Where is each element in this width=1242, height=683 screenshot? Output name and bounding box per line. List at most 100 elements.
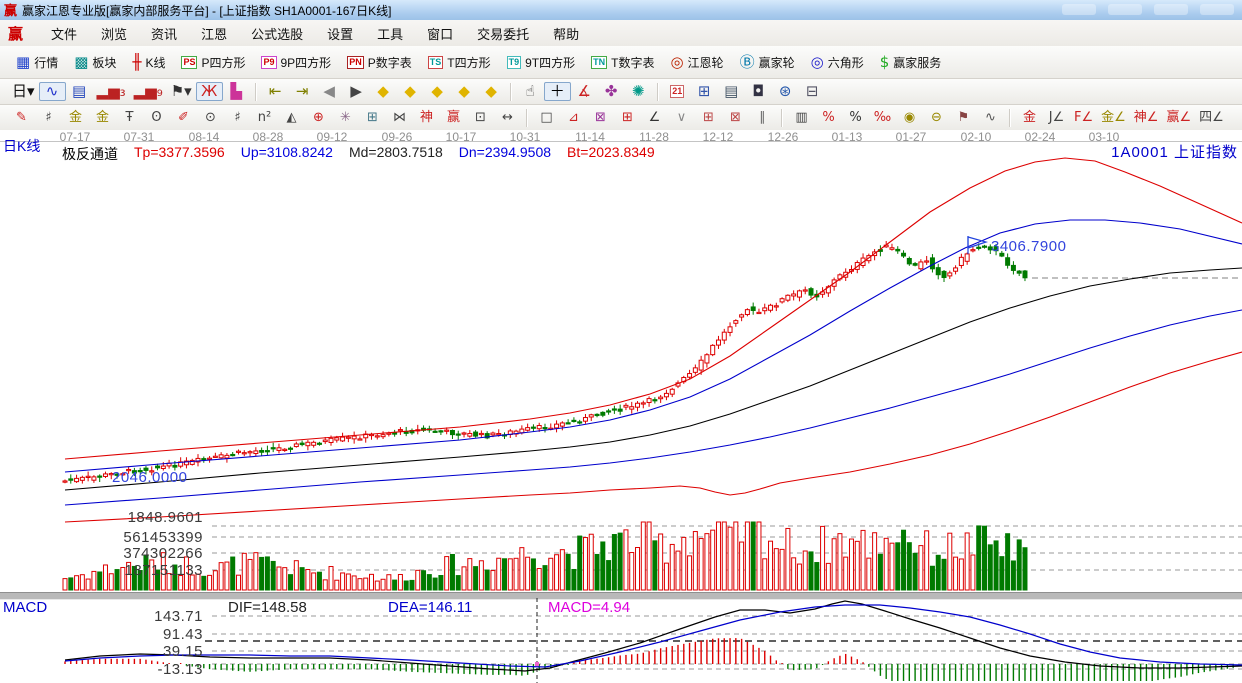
f-angle-icon[interactable]: F∠ bbox=[1070, 109, 1097, 126]
gann-diamond-all-icon[interactable]: ◆ bbox=[478, 82, 505, 101]
jump-first-icon[interactable]: ⇤ bbox=[262, 82, 289, 101]
gold-circle-icon[interactable]: ◉ bbox=[896, 109, 923, 126]
window-controls[interactable] bbox=[1062, 4, 1234, 15]
ruler-grid-icon[interactable]: ♯ bbox=[224, 109, 251, 126]
t9-square-button[interactable]: T9 9T四方形 bbox=[499, 51, 584, 74]
knife-tool-icon[interactable]: ✎ bbox=[8, 109, 35, 126]
win-angle-icon[interactable]: 赢∠ bbox=[1162, 109, 1195, 126]
volume-distribution-icon[interactable]: ▙ bbox=[223, 82, 250, 101]
j-angle-icon[interactable]: J∠ bbox=[1043, 109, 1070, 126]
kline-period-day-button[interactable]: 日▾ bbox=[8, 82, 39, 101]
shen-tool-icon[interactable]: 神 bbox=[413, 109, 440, 126]
print-icon[interactable]: ⊟ bbox=[799, 82, 826, 101]
k-mark-icon[interactable]: ⋈ bbox=[386, 109, 413, 126]
p-number-button[interactable]: PN P数字表 bbox=[339, 51, 420, 74]
square-frame-icon[interactable]: □ bbox=[533, 109, 560, 126]
fan-box-icon[interactable]: ⊠ bbox=[587, 109, 614, 126]
gold-level-icon[interactable]: 金 bbox=[1016, 109, 1043, 126]
t-square-button[interactable]: TS T四方形 bbox=[420, 51, 499, 74]
slant-line-icon[interactable]: ∥ bbox=[749, 109, 776, 126]
pattern-search-icon[interactable]: ∿ bbox=[38, 82, 66, 101]
p-square-button[interactable]: PS P四方形 bbox=[173, 51, 253, 74]
menu-item[interactable]: 江恩 bbox=[189, 23, 239, 44]
menu-item[interactable]: 设置 bbox=[315, 23, 365, 44]
notes-icon[interactable]: ▤ bbox=[718, 82, 745, 101]
price-grid-icon[interactable]: ⊞ bbox=[695, 109, 722, 126]
menu-item[interactable]: 帮助 bbox=[541, 23, 591, 44]
menu-item[interactable]: 文件 bbox=[39, 23, 89, 44]
title-bar[interactable]: 赢 赢家江恩专业版[赢家内部服务平台] - [上证指数 SH1A0001-167… bbox=[0, 0, 1242, 21]
pct-level-icon[interactable]: ‰ bbox=[869, 109, 896, 126]
page-next-icon[interactable]: ▶ bbox=[343, 82, 370, 101]
gold-angle-icon[interactable]: 金∠ bbox=[1097, 109, 1130, 126]
window-control-button[interactable] bbox=[1108, 4, 1142, 15]
price-grid2-icon[interactable]: ⊠ bbox=[722, 109, 749, 126]
winner-wheel-button[interactable]: Ⓑ 赢家轮 bbox=[732, 51, 803, 74]
f-grid-icon[interactable]: Ŧ bbox=[116, 109, 143, 126]
hexagon-button[interactable]: ◎ 六角形 bbox=[803, 51, 872, 74]
menu-item[interactable]: 公式选股 bbox=[239, 23, 315, 44]
red-knife-icon[interactable]: ✐ bbox=[170, 109, 197, 126]
chart-3-icon[interactable]: ▂▅₃ bbox=[93, 82, 130, 101]
shen-angle-icon[interactable]: 神∠ bbox=[1130, 109, 1163, 126]
flag-pen-icon[interactable]: ⚑ bbox=[950, 109, 977, 126]
target-icon[interactable]: ⊕ bbox=[305, 109, 332, 126]
gann-wheel-button[interactable]: ◎ 江恩轮 bbox=[662, 51, 731, 74]
gann-tool-icon[interactable]: ✤ bbox=[598, 82, 625, 101]
angle-flag-icon[interactable]: ◭ bbox=[278, 109, 305, 126]
calendar-icon[interactable]: 21 bbox=[664, 83, 691, 100]
pct-line-icon[interactable]: % bbox=[815, 109, 842, 126]
fan-red-icon[interactable]: ⊿ bbox=[560, 109, 587, 126]
fan-grid-icon[interactable]: ⊞ bbox=[614, 109, 641, 126]
wheel-icon[interactable]: ✳ bbox=[332, 109, 359, 126]
web-grid-icon[interactable]: ⊞ bbox=[359, 109, 386, 126]
si-angle-icon[interactable]: 四∠ bbox=[1195, 109, 1228, 126]
jump-last-icon[interactable]: ⇥ bbox=[289, 82, 316, 101]
calculator-icon[interactable]: ⊞ bbox=[691, 82, 718, 101]
info-report-icon[interactable]: ▤ bbox=[66, 82, 93, 101]
chart-9-icon[interactable]: ▂▅₉ bbox=[130, 82, 167, 101]
gold-line-icon[interactable]: ⊖ bbox=[923, 109, 950, 126]
fractal-icon[interactable]: ✺ bbox=[625, 82, 652, 101]
menu-item[interactable]: 交易委托 bbox=[465, 23, 541, 44]
percent-icon[interactable]: % bbox=[842, 109, 869, 126]
quote-button[interactable]: ▦ 行情 bbox=[8, 51, 66, 74]
window-control-button[interactable] bbox=[1062, 4, 1096, 15]
angle-lines-icon[interactable]: ∠ bbox=[641, 109, 668, 126]
kline-button[interactable]: ╫ K线 bbox=[124, 51, 173, 74]
close-button[interactable] bbox=[1200, 4, 1234, 15]
kline-extend-icon[interactable]: Ж bbox=[195, 82, 223, 101]
spiral-icon[interactable]: ʘ bbox=[143, 109, 170, 126]
save-icon[interactable]: ◘ bbox=[745, 82, 772, 101]
menu-item[interactable]: 工具 bbox=[365, 23, 415, 44]
transfer-icon[interactable]: ⊛ bbox=[772, 82, 799, 101]
grid-123-icon[interactable]: ⊡ bbox=[467, 109, 494, 126]
gold-grid-icon[interactable]: 金 bbox=[62, 109, 89, 126]
menu-item[interactable]: 窗口 bbox=[415, 23, 465, 44]
p9-square-button[interactable]: P9 9P四方形 bbox=[253, 51, 339, 74]
gold-grid2-icon[interactable]: 金 bbox=[89, 109, 116, 126]
time-cycle-icon[interactable]: ⊙ bbox=[197, 109, 224, 126]
minimize-button[interactable] bbox=[1154, 4, 1188, 15]
page-prev-icon[interactable]: ◀ bbox=[316, 82, 343, 101]
v-line-icon[interactable]: ∨ bbox=[668, 109, 695, 126]
t-number-button[interactable]: TN T数字表 bbox=[583, 51, 662, 74]
n-square-icon[interactable]: n² bbox=[251, 109, 278, 126]
menu-item[interactable]: 资讯 bbox=[139, 23, 189, 44]
hand-drag-icon[interactable]: ☝ bbox=[517, 82, 544, 101]
win-tool-icon[interactable]: 赢 bbox=[440, 109, 467, 126]
angle-measure-icon[interactable]: ∡ bbox=[571, 82, 598, 101]
gann-diamond-right-icon[interactable]: ◆ bbox=[397, 82, 424, 101]
sector-button[interactable]: ▩ 板块 bbox=[66, 51, 124, 74]
gann-diamond-x-icon[interactable]: ◆ bbox=[451, 82, 478, 101]
winner-service-button[interactable]: $ 赢家服务 bbox=[872, 51, 950, 74]
grid-ruler-icon[interactable]: ♯ bbox=[35, 109, 62, 126]
gann-diamond-h-icon[interactable]: ◆ bbox=[424, 82, 451, 101]
wave-icon[interactable]: ∿ bbox=[977, 109, 1004, 126]
volume-pct-icon[interactable]: ▥ bbox=[788, 109, 815, 126]
span-arrow-icon[interactable]: ↔ bbox=[494, 109, 521, 126]
crosshair-icon[interactable]: ＋ bbox=[543, 82, 571, 101]
gann-diamond-left-icon[interactable]: ◆ bbox=[370, 82, 397, 101]
menu-item[interactable]: 浏览 bbox=[89, 23, 139, 44]
flag-marker-dropdown[interactable]: ⚑▾ bbox=[167, 82, 196, 101]
